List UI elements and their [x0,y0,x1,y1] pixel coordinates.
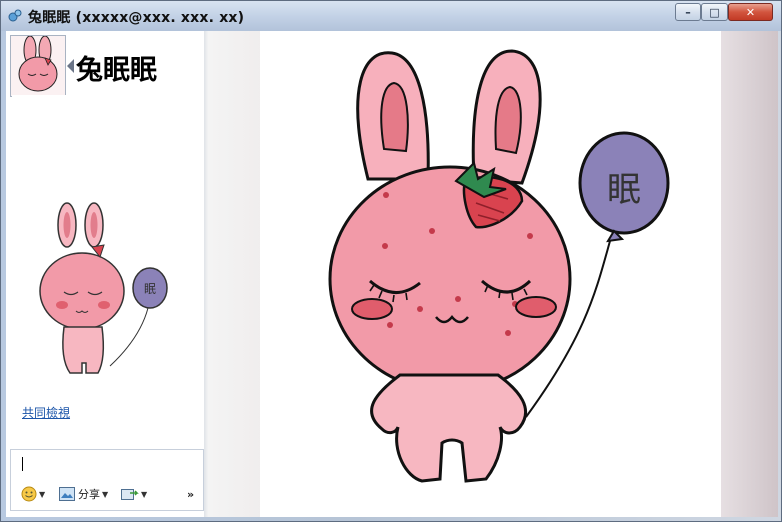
background-edge [721,31,778,517]
chevron-down-icon: ▼ [39,489,46,499]
rabbit-avatar-icon [11,36,65,96]
maximize-button[interactable]: □ [701,3,728,21]
rabbit-illustration-large: 眠 [328,49,670,483]
shared-view-link[interactable]: 共同檢視 [22,404,70,421]
share-button[interactable]: 分享 ▼ [59,486,108,502]
contact-header: 兔眠眠 [10,35,206,101]
contact-sidebar: 兔眠眠 眠 共同檢視 ▼ 分享 ▼ ▼ » [6,31,208,517]
emoticon-button[interactable]: ▼ [21,486,45,502]
conversation-margin [208,31,262,517]
title-bar[interactable]: 兔眠眠 (xxxxx@xxx. xxx. xx) – □ ✕ [1,1,781,31]
balloon-text: 眠 [144,282,156,296]
chevron-down-icon: ▼ [102,489,109,499]
large-balloon-text: 眠 [607,170,641,210]
messenger-icon [8,9,22,22]
close-button[interactable]: ✕ [728,3,773,21]
minimize-button[interactable]: – [675,3,701,21]
scene-image: 眠 [260,31,721,517]
more-button[interactable]: » [187,486,194,502]
avatar[interactable] [10,35,66,97]
window-title: 兔眠眠 (xxxxx@xxx. xxx. xx) [28,10,245,26]
picture-icon [59,487,75,501]
contact-display-picture: 眠 [12,95,196,397]
chevron-down-icon: ▼ [141,489,148,499]
chat-window: 兔眠眠 (xxxxx@xxx. xxx. xx) – □ ✕ 兔眠眠 眠 共同檢… [0,0,782,522]
activities-icon [121,489,139,500]
share-label: 分享 [78,488,100,501]
message-input[interactable]: ▼ 分享 ▼ ▼ » [10,449,204,511]
smiley-icon [21,486,37,502]
contact-name: 兔眠眠 [76,55,157,86]
rabbit-illustration-small: 眠 [39,202,168,374]
activities-button[interactable]: ▼ [121,486,147,502]
status-arrow-icon[interactable] [67,59,74,73]
window-client-area: 兔眠眠 眠 共同檢視 ▼ 分享 ▼ ▼ » 眠 [6,31,778,517]
text-caret [22,457,23,471]
